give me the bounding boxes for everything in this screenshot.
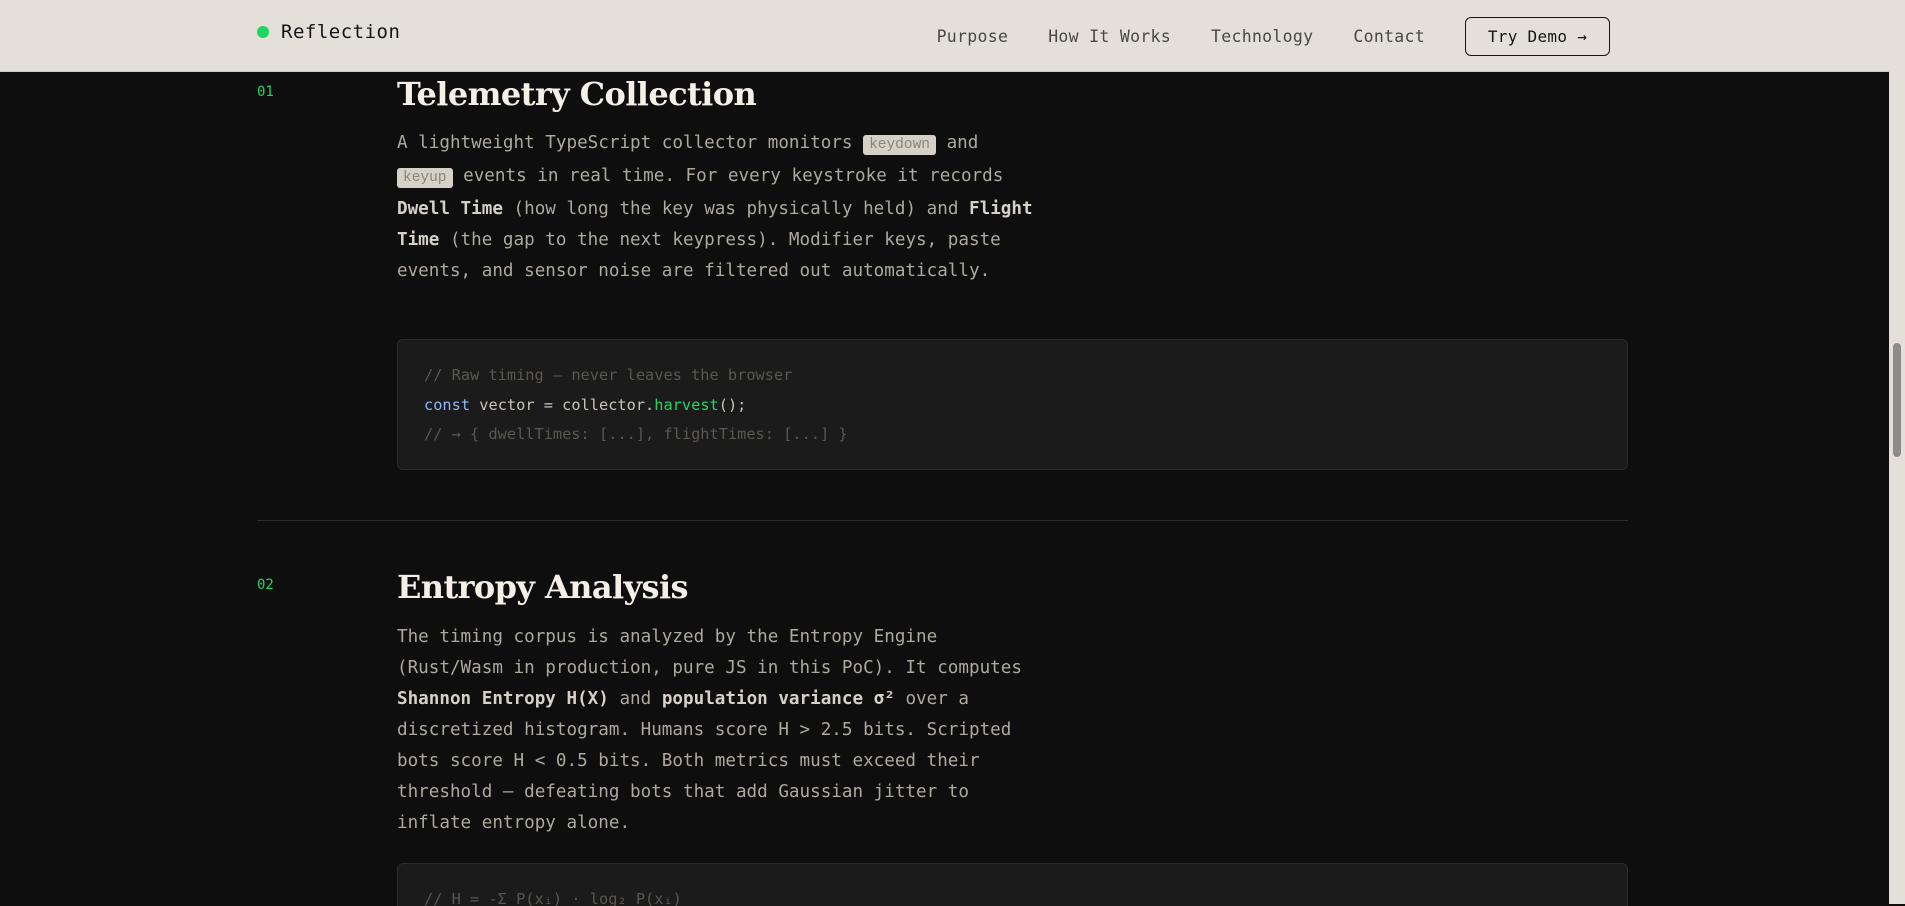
keyup-chip: keyup (397, 168, 453, 188)
code-text: vector = collector. (470, 395, 655, 414)
try-demo-button[interactable]: Try Demo → (1465, 16, 1610, 56)
brand-name: Reflection (281, 21, 401, 43)
step-title: Entropy Analysis (397, 568, 689, 606)
code-block: // Raw timing — never leaves the browser… (397, 339, 1628, 470)
desc-text: and (608, 689, 662, 709)
dwell-time-term: Dwell Time (397, 199, 503, 219)
code-text: (); (718, 395, 747, 414)
code-block: // H = -Σ P(xᵢ) · log₂ P(xᵢ) (397, 863, 1628, 906)
brand-dot-icon (257, 26, 269, 38)
brand-logo[interactable]: Reflection (257, 21, 400, 43)
desc-text: A lightweight TypeScript collector monit… (397, 133, 864, 153)
page-scrollbar[interactable] (1889, 0, 1905, 904)
code-comment: // H = -Σ P(xᵢ) · log₂ P(xᵢ) (424, 890, 682, 906)
code-function: harvest (654, 395, 719, 414)
nav-link-how-it-works[interactable]: How It Works (1048, 27, 1171, 46)
code-comment: // Raw timing — never leaves the browser (424, 366, 793, 384)
section-divider (257, 520, 1628, 521)
step-description: The timing corpus is analyzed by the Ent… (397, 622, 1037, 839)
scrollbar-thumb[interactable] (1893, 343, 1901, 457)
desc-text: (how long the key was physically held) a… (502, 199, 970, 219)
nav-link-technology[interactable]: Technology (1211, 27, 1313, 46)
step-number: 02 (257, 577, 274, 593)
population-variance-term: population variance σ² (661, 689, 895, 709)
desc-text: events in real time. For every keystroke… (452, 166, 1004, 186)
step-title: Telemetry Collection (397, 75, 757, 113)
desc-text: The timing corpus is analyzed by the Ent… (397, 627, 1022, 678)
keydown-chip: keydown (863, 135, 936, 155)
step-number: 01 (257, 84, 274, 100)
code-line: const vector = collector.harvest(); (424, 391, 1601, 421)
step-description: A lightweight TypeScript collector monit… (397, 128, 1037, 287)
shannon-entropy-term: Shannon Entropy H(X) (397, 689, 609, 709)
code-comment: // → { dwellTimes: [...], flightTimes: [… (424, 425, 848, 443)
code-keyword: const (424, 395, 471, 414)
nav-link-contact[interactable]: Contact (1353, 27, 1425, 46)
top-navbar: Reflection Purpose How It Works Technolo… (0, 0, 1889, 72)
nav-links: Purpose How It Works Technology Contact … (937, 0, 1610, 72)
desc-text: over a discretized histogram. Humans sco… (397, 689, 1012, 833)
desc-text: (the gap to the next keypress). Modifier… (397, 230, 1001, 281)
nav-link-purpose[interactable]: Purpose (937, 27, 1009, 46)
desc-text: and (936, 133, 979, 153)
